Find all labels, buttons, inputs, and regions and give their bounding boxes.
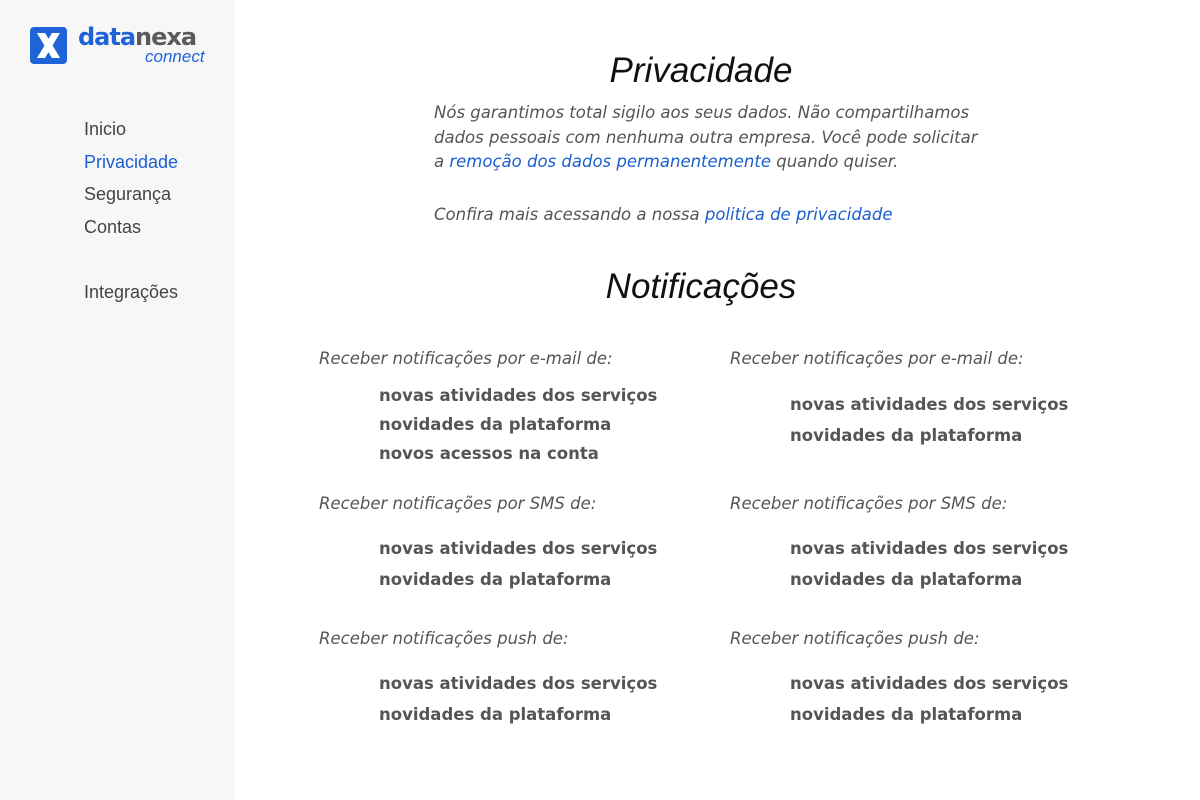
data-removal-link[interactable]: remoção dos dados permanentemente	[449, 152, 771, 171]
sidebar-item-inicio[interactable]: Inicio	[84, 113, 178, 146]
push-group-label: Receber notificações push de:	[730, 629, 980, 648]
privacy-text-line3-prefix: a	[434, 152, 450, 171]
sms-option-platform-news[interactable]: novidades da plataforma	[790, 568, 1022, 592]
privacy-description: Nós garantimos total sigilo aos seus dad…	[434, 101, 994, 227]
push-option-platform-news[interactable]: novidades da plataforma	[379, 703, 611, 727]
sms-group-label: Receber notificações por SMS de:	[319, 494, 597, 513]
x-logo-icon	[30, 27, 67, 64]
sidebar-item-contas[interactable]: Contas	[84, 211, 178, 244]
privacy-paragraph: Nós garantimos total sigilo aos seus dad…	[434, 101, 994, 175]
push-group-label: Receber notificações push de:	[319, 629, 569, 648]
privacy-text-line1: Nós garantimos total sigilo aos seus dad…	[434, 103, 970, 122]
sidebar-item-seguranca[interactable]: Segurança	[84, 178, 178, 211]
brand-subtitle: connect	[145, 47, 205, 66]
privacy-policy-link[interactable]: politica de privacidade	[705, 205, 893, 224]
privacy-text-line2: dados pessoais com nenhuma outra empresa…	[434, 127, 978, 147]
privacy-title: Privacidade	[609, 51, 793, 90]
push-option-activities[interactable]: novas atividades dos serviços	[379, 672, 657, 696]
email-option-platform-news[interactable]: novidades da plataforma	[379, 413, 611, 437]
privacy-text-line3-suffix: quando quiser.	[770, 152, 899, 171]
brand-logo[interactable]: datanexa connect	[30, 24, 210, 69]
sms-group-label: Receber notificações por SMS de:	[730, 494, 1008, 513]
email-option-new-logins[interactable]: novos acessos na conta	[379, 442, 599, 466]
email-group-label: Receber notificações por e-mail de:	[319, 349, 613, 368]
privacy-more-prefix: Confira mais acessando a nossa	[434, 204, 705, 224]
push-option-platform-news[interactable]: novidades da plataforma	[790, 703, 1022, 727]
sidebar-nav: Inicio Privacidade Segurança Contas Inte…	[84, 113, 178, 309]
email-option-activities[interactable]: novas atividades dos serviços	[790, 393, 1068, 417]
sms-option-platform-news[interactable]: novidades da plataforma	[379, 568, 611, 592]
email-option-platform-news[interactable]: novidades da plataforma	[790, 424, 1022, 448]
sidebar: datanexa connect Inicio Privacidade Segu…	[0, 0, 235, 800]
sms-option-activities[interactable]: novas atividades dos serviços	[379, 537, 657, 561]
email-group-label: Receber notificações por e-mail de:	[730, 349, 1024, 368]
sidebar-item-integracoes[interactable]: Integrações	[84, 276, 178, 309]
push-option-activities[interactable]: novas atividades dos serviços	[790, 672, 1068, 696]
privacy-more-paragraph: Confira mais acessando a nossa politica …	[434, 203, 994, 228]
email-option-activities[interactable]: novas atividades dos serviços	[379, 384, 657, 408]
sidebar-item-privacidade[interactable]: Privacidade	[84, 146, 178, 179]
sms-option-activities[interactable]: novas atividades dos serviços	[790, 537, 1068, 561]
notifications-title: Notificações	[605, 267, 797, 306]
brand-word-part1: data	[78, 23, 136, 51]
